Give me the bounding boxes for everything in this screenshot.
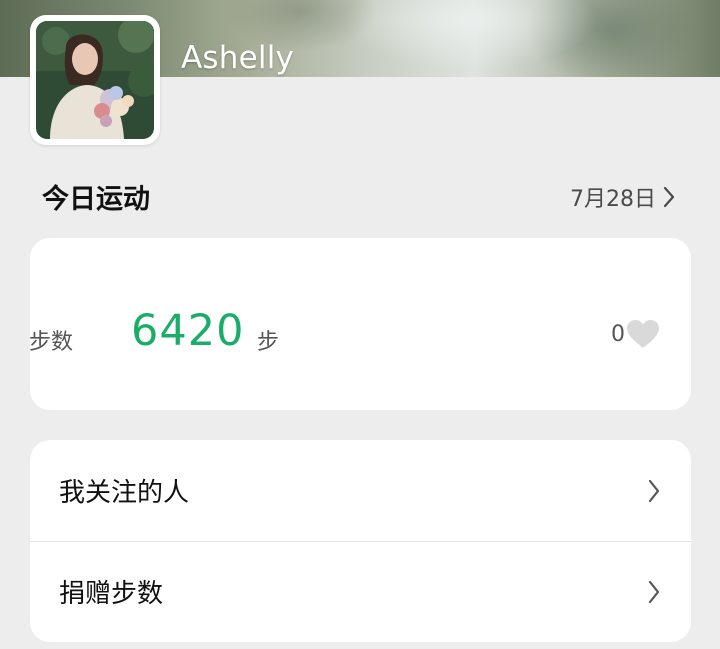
date-selector[interactable]: 7月28日	[570, 181, 676, 213]
date-label: 7月28日	[570, 187, 656, 212]
menu-item-donate-steps[interactable]: 捐赠步数	[30, 541, 691, 642]
steps-unit: 步	[257, 330, 280, 355]
chevron-right-icon	[648, 580, 660, 604]
menu-item-label: 我关注的人	[59, 478, 190, 508]
menu-item-following[interactable]: 我关注的人	[30, 440, 691, 541]
steps-label: 步数	[29, 330, 74, 355]
steps-card[interactable]	[30, 238, 691, 410]
menu-card: 我关注的人 捐赠步数	[30, 440, 691, 642]
section-title: 今日运动	[42, 184, 150, 215]
steps-value: 6420	[131, 306, 245, 356]
heart-icon	[627, 320, 659, 348]
username: Ashelly	[181, 40, 295, 76]
chevron-right-icon	[648, 479, 660, 503]
like-button[interactable]: 0	[611, 318, 661, 350]
avatar[interactable]	[36, 21, 154, 139]
like-count: 0	[611, 321, 625, 347]
menu-item-label: 捐赠步数	[59, 579, 164, 609]
avatar-frame[interactable]	[30, 15, 160, 145]
chevron-right-icon	[663, 186, 675, 208]
